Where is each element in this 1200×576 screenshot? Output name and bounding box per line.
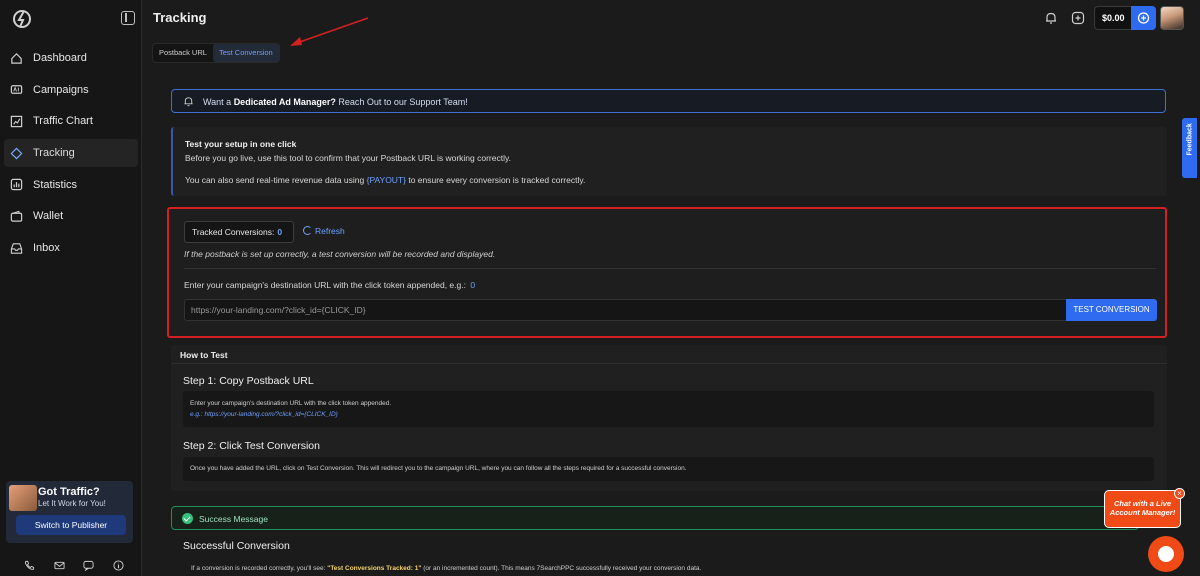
promo-subtitle: Let It Work for You! [38, 499, 106, 508]
refresh-button[interactable]: Refresh [303, 226, 345, 236]
ad-icon [10, 85, 23, 95]
step-1-line-1: Enter your campaign's destination URL wi… [190, 400, 392, 407]
intro-line-2: You can also send real-time revenue data… [185, 175, 585, 185]
sidebar-item-label: Inbox [33, 242, 60, 255]
destination-url-input[interactable]: https://your-landing.com/?click_id={CLIC… [184, 299, 1068, 321]
check-circle-icon [182, 513, 193, 524]
page-title: Tracking [153, 10, 207, 25]
brand-logo-icon[interactable] [12, 9, 32, 29]
app-root: Dashboard Campaigns Traffic Chart Tracki… [0, 0, 1200, 576]
sidebar-item-label: Traffic Chart [33, 115, 93, 128]
sidebar-item-traffic-chart[interactable]: Traffic Chart [4, 107, 138, 135]
intro-title: Test your setup in one click [185, 139, 297, 149]
wallet-icon [10, 210, 23, 222]
success-text-suffix: (or an incremented count). This means 7S… [421, 565, 702, 572]
sidebar-item-dashboard[interactable]: Dashboard [4, 44, 138, 72]
sidebar-item-campaigns[interactable]: Campaigns [4, 76, 138, 104]
payout-token: {PAYOUT} [366, 175, 406, 185]
step-1-example: e.g.: https://your-landing.com/?click_id… [190, 411, 338, 418]
switch-to-publisher-button[interactable]: Switch to Publisher [16, 515, 126, 535]
successful-conversion-title: Successful Conversion [183, 540, 290, 552]
bell-icon [184, 97, 193, 107]
intro-line-1: Before you go live, use this tool to con… [185, 153, 511, 163]
sidebar-item-label: Statistics [33, 178, 78, 191]
success-text-prefix: If a conversion is recorded correctly, y… [191, 565, 328, 572]
success-text-highlight: "Test Conversions Tracked: 1" [327, 565, 422, 572]
sidebar-item-tracking[interactable]: Tracking [4, 139, 138, 168]
url-label-text: Enter your campaign's destination URL wi… [184, 280, 466, 290]
support-notice-banner[interactable]: Want a Dedicated Ad Manager? Reach Out t… [171, 89, 1166, 113]
sidebar-item-label: Dashboard [33, 52, 87, 64]
sidebar-footer-icons [24, 560, 124, 571]
chat-launcher-button[interactable] [1148, 536, 1184, 572]
intro-line-2-prefix: You can also send real-time revenue data… [185, 175, 367, 185]
chat-icon[interactable] [83, 560, 94, 571]
url-label: Enter your campaign's destination URL wi… [184, 280, 475, 290]
sidebar-item-wallet[interactable]: Wallet [4, 202, 138, 230]
test-conversion-panel: Tracked Conversions: 0 Refresh If the pos… [167, 207, 1167, 338]
info-icon[interactable] [113, 560, 124, 571]
chart-icon [10, 115, 23, 128]
step-1-title: Step 1: Copy Postback URL [183, 375, 314, 387]
notice-suffix: Reach Out to our Support Team! [335, 97, 468, 107]
chat-close-icon[interactable]: × [1174, 488, 1185, 499]
tab-postback-url[interactable]: Postback URL [153, 44, 213, 62]
intro-line-2-suffix: to ensure every conversion is tracked co… [405, 175, 586, 185]
notification-bell-icon[interactable] [1044, 11, 1058, 25]
sidebar-nav: Dashboard Campaigns Traffic Chart Tracki… [4, 44, 138, 266]
mail-icon[interactable] [54, 560, 65, 571]
success-message-banner: Success Message [171, 506, 1139, 530]
inbox-icon [10, 242, 23, 254]
test-intro-card: Test your setup in one click Before you … [171, 127, 1167, 196]
balance-widget[interactable]: $0.00 [1094, 6, 1156, 30]
stats-icon [10, 179, 23, 191]
sidebar-item-statistics[interactable]: Statistics [4, 171, 138, 199]
refresh-icon [303, 226, 312, 235]
notice-prefix: Want a [203, 97, 234, 107]
step-2-line-1: Once you have added the URL, click on Te… [190, 465, 687, 472]
tracked-label: Tracked Conversions: [192, 227, 275, 237]
tracked-conversions-counter: Tracked Conversions: 0 [184, 221, 294, 243]
notice-text: Want a Dedicated Ad Manager? Reach Out t… [203, 97, 468, 107]
refresh-label: Refresh [315, 226, 345, 236]
collapse-sidebar-icon[interactable] [121, 11, 135, 25]
tab-test-conversion[interactable]: Test Conversion [212, 44, 279, 62]
add-funds-button[interactable] [1131, 6, 1156, 30]
user-avatar[interactable] [1160, 6, 1184, 30]
sidebar-item-label: Wallet [33, 210, 64, 223]
step-2-box: Once you have added the URL, click on Te… [183, 457, 1154, 481]
annotation-arrow [290, 17, 369, 46]
add-campaign-icon[interactable] [1071, 11, 1085, 25]
sidebar-item-label: Campaigns [33, 83, 89, 96]
tracking-tabs: Postback URL Test Conversion [152, 43, 280, 63]
home-icon [11, 52, 22, 64]
diamond-icon [10, 147, 23, 160]
balance-amount: $0.00 [1102, 13, 1125, 23]
test-hint: If the postback is set up correctly, a t… [184, 249, 496, 259]
publisher-promo-card: Got Traffic? Let It Work for You! Switch… [6, 481, 133, 543]
promo-image [9, 485, 37, 511]
successful-conversion-text: If a conversion is recorded correctly, y… [191, 565, 701, 572]
step-1-box: Enter your campaign's destination URL wi… [183, 391, 1154, 427]
phone-icon[interactable] [24, 560, 35, 571]
test-conversion-button[interactable]: TEST CONVERSION [1066, 299, 1157, 321]
step-2-title: Step 2: Click Test Conversion [183, 440, 320, 452]
how-to-test-card: How to Test Step 1: Copy Postback URL En… [171, 345, 1167, 491]
notice-highlight: Dedicated Ad Manager? [233, 97, 336, 107]
feedback-label[interactable]: Feedback [1187, 123, 1194, 155]
divider [184, 268, 1156, 269]
tracked-count: 0 [277, 227, 283, 237]
promo-title: Got Traffic? [38, 486, 100, 498]
live-chat-bubble[interactable]: Chat with a Live Account Manager! [1104, 490, 1181, 528]
how-to-title: How to Test [171, 345, 1167, 364]
add-funds-icon [1137, 12, 1150, 24]
success-label: Success Message [199, 514, 268, 524]
sidebar-item-inbox[interactable]: Inbox [4, 234, 138, 262]
url-label-value: 0 [470, 280, 476, 290]
sidebar: Dashboard Campaigns Traffic Chart Tracki… [0, 0, 142, 576]
sidebar-item-label: Tracking [33, 147, 75, 160]
